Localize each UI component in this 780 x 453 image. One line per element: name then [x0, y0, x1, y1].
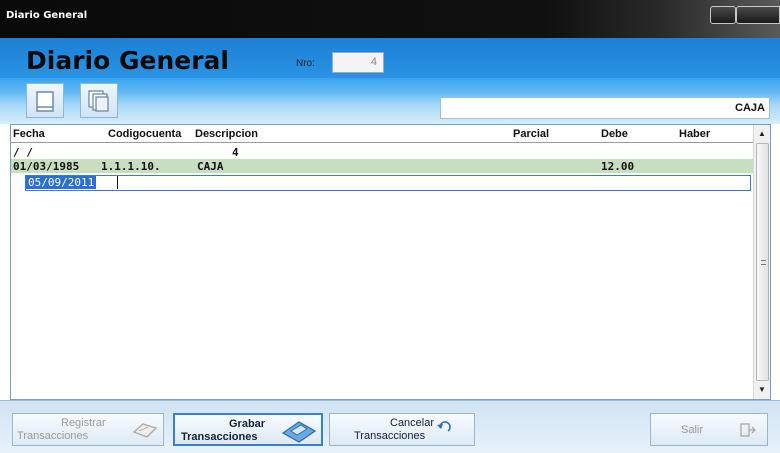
- window-title: Diario General: [6, 10, 88, 21]
- cancelar-label-1: Cancelar: [390, 417, 435, 429]
- page-title: Diario General: [26, 46, 229, 75]
- exit-door-icon: [740, 423, 756, 437]
- registrar-label-2: Transacciones: [17, 430, 89, 442]
- header-band: Diario General Nro: 4: [0, 38, 780, 78]
- action-bar: Registrar Transacciones Grabar Transacci…: [0, 400, 780, 453]
- minimize-button[interactable]: [710, 6, 736, 24]
- diario-general-window: Diario General Diario General Nro: 4 CAJ…: [0, 0, 780, 453]
- grabar-label-1: Grabar: [229, 418, 266, 430]
- cell-fecha: 01/03/1985: [13, 160, 80, 173]
- nro-field[interactable]: 4: [332, 52, 384, 73]
- grabar-label-2: Transacciones: [181, 431, 258, 443]
- column-header-codigocuenta[interactable]: Codigocuenta: [108, 128, 181, 140]
- new-document-button[interactable]: [26, 83, 64, 118]
- grip-icon: [761, 260, 766, 265]
- cancelar-label-2: Transacciones: [354, 430, 426, 442]
- toolbar: CAJA: [0, 78, 780, 124]
- grabar-button[interactable]: Grabar Transacciones: [173, 413, 323, 446]
- journal-grid[interactable]: Fecha Codigocuenta Descripcion Parcial D…: [10, 124, 771, 400]
- table-row[interactable]: 05/09/2011: [11, 175, 753, 191]
- scroll-up-icon[interactable]: ▲: [758, 129, 766, 138]
- account-display: CAJA: [440, 97, 770, 119]
- grid-header: Fecha Codigocuenta Descripcion Parcial D…: [11, 125, 753, 143]
- cancelar-button[interactable]: Cancelar Transacciones: [329, 413, 475, 446]
- salir-button[interactable]: Salir: [650, 413, 768, 446]
- cancelar-undo-icon: [437, 421, 451, 432]
- registrar-icon: [132, 423, 158, 438]
- cell-fecha: / /: [13, 146, 33, 159]
- table-row[interactable]: / / 4: [11, 145, 753, 159]
- grabar-disk-icon: [281, 421, 317, 443]
- column-header-descripcion[interactable]: Descripcion: [195, 128, 258, 140]
- title-bar: Diario General: [0, 0, 780, 38]
- column-header-parcial[interactable]: Parcial: [513, 128, 549, 140]
- cell-fecha-input[interactable]: 05/09/2011: [26, 176, 97, 189]
- registrar-button[interactable]: Registrar Transacciones: [12, 413, 164, 446]
- copy-documents-icon: [88, 90, 109, 112]
- column-header-debe[interactable]: Debe: [601, 128, 628, 140]
- copy-documents-button[interactable]: [80, 83, 118, 118]
- row-editor[interactable]: [25, 175, 751, 191]
- registrar-label-1: Registrar: [61, 417, 106, 429]
- scroll-thumb[interactable]: [756, 143, 769, 381]
- close-button[interactable]: [736, 6, 780, 24]
- cell-codigo: 1.1.1.10.: [101, 160, 161, 173]
- text-caret: [117, 176, 118, 189]
- cell-descripcion: CAJA: [197, 160, 224, 173]
- table-row[interactable]: 01/03/1985 1.1.1.10. CAJA 12.00: [11, 159, 753, 173]
- cell-descripcion: 4: [232, 146, 239, 159]
- nro-label: Nro:: [296, 58, 315, 69]
- grid-body: / / 4 01/03/1985 1.1.1.10. CAJA 12.00 05…: [11, 143, 753, 399]
- new-document-icon: [36, 91, 54, 112]
- scroll-down-icon[interactable]: ▼: [758, 385, 766, 394]
- salir-label: Salir: [681, 424, 704, 436]
- column-header-haber[interactable]: Haber: [679, 128, 710, 140]
- cell-debe: 12.00: [601, 160, 635, 173]
- vertical-scrollbar[interactable]: ▲ ▼: [753, 125, 770, 399]
- column-header-fecha[interactable]: Fecha: [13, 128, 45, 140]
